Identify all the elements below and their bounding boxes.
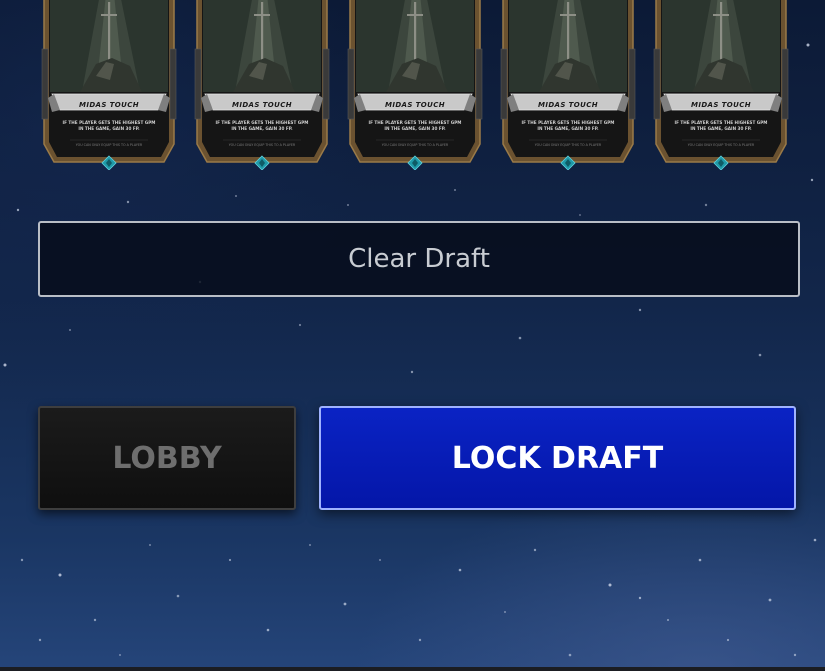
card-description: IF THE PLAYER GETS THE HIGHEST GPM IN TH…: [62, 120, 156, 131]
card-row: MIDAS TOUCH IF THE PLAYER GETS THE HIGHE…: [40, 0, 800, 180]
ability-card[interactable]: MIDAS TOUCH IF THE PLAYER GETS THE HIGHE…: [40, 0, 178, 170]
ability-card[interactable]: MIDAS TOUCH IF THE PLAYER GETS THE HIGHE…: [193, 0, 331, 170]
card-description: IF THE PLAYER GETS THE HIGHEST GPM IN TH…: [215, 120, 309, 131]
card-footer-note: YOU CAN ONLY EQUIP THIS TO A PLAYER: [687, 143, 755, 147]
card-footer-note: YOU CAN ONLY EQUIP THIS TO A PLAYER: [534, 143, 602, 147]
card-title: MIDAS TOUCH: [231, 101, 293, 109]
card-footer-note: YOU CAN ONLY EQUIP THIS TO A PLAYER: [228, 143, 296, 147]
ability-card[interactable]: MIDAS TOUCH IF THE PLAYER GETS THE HIGHE…: [652, 0, 790, 170]
lock-draft-button[interactable]: LOCK DRAFT: [319, 406, 796, 510]
card-title: MIDAS TOUCH: [690, 101, 752, 109]
card-footer-note: YOU CAN ONLY EQUIP THIS TO A PLAYER: [381, 143, 449, 147]
card-description: IF THE PLAYER GETS THE HIGHEST GPM IN TH…: [674, 120, 768, 131]
card-description: IF THE PLAYER GETS THE HIGHEST GPM IN TH…: [521, 120, 615, 131]
ability-card[interactable]: MIDAS TOUCH IF THE PLAYER GETS THE HIGHE…: [346, 0, 484, 170]
card-description: IF THE PLAYER GETS THE HIGHEST GPM IN TH…: [368, 120, 462, 131]
card-title: MIDAS TOUCH: [78, 101, 140, 109]
clear-draft-button[interactable]: Clear Draft: [38, 221, 800, 297]
card-title: MIDAS TOUCH: [384, 101, 446, 109]
card-title: MIDAS TOUCH: [537, 101, 599, 109]
lobby-button[interactable]: LOBBY: [38, 406, 296, 510]
ability-card[interactable]: MIDAS TOUCH IF THE PLAYER GETS THE HIGHE…: [499, 0, 637, 170]
card-footer-note: YOU CAN ONLY EQUIP THIS TO A PLAYER: [75, 143, 143, 147]
bottom-edge-bar: [0, 667, 825, 671]
